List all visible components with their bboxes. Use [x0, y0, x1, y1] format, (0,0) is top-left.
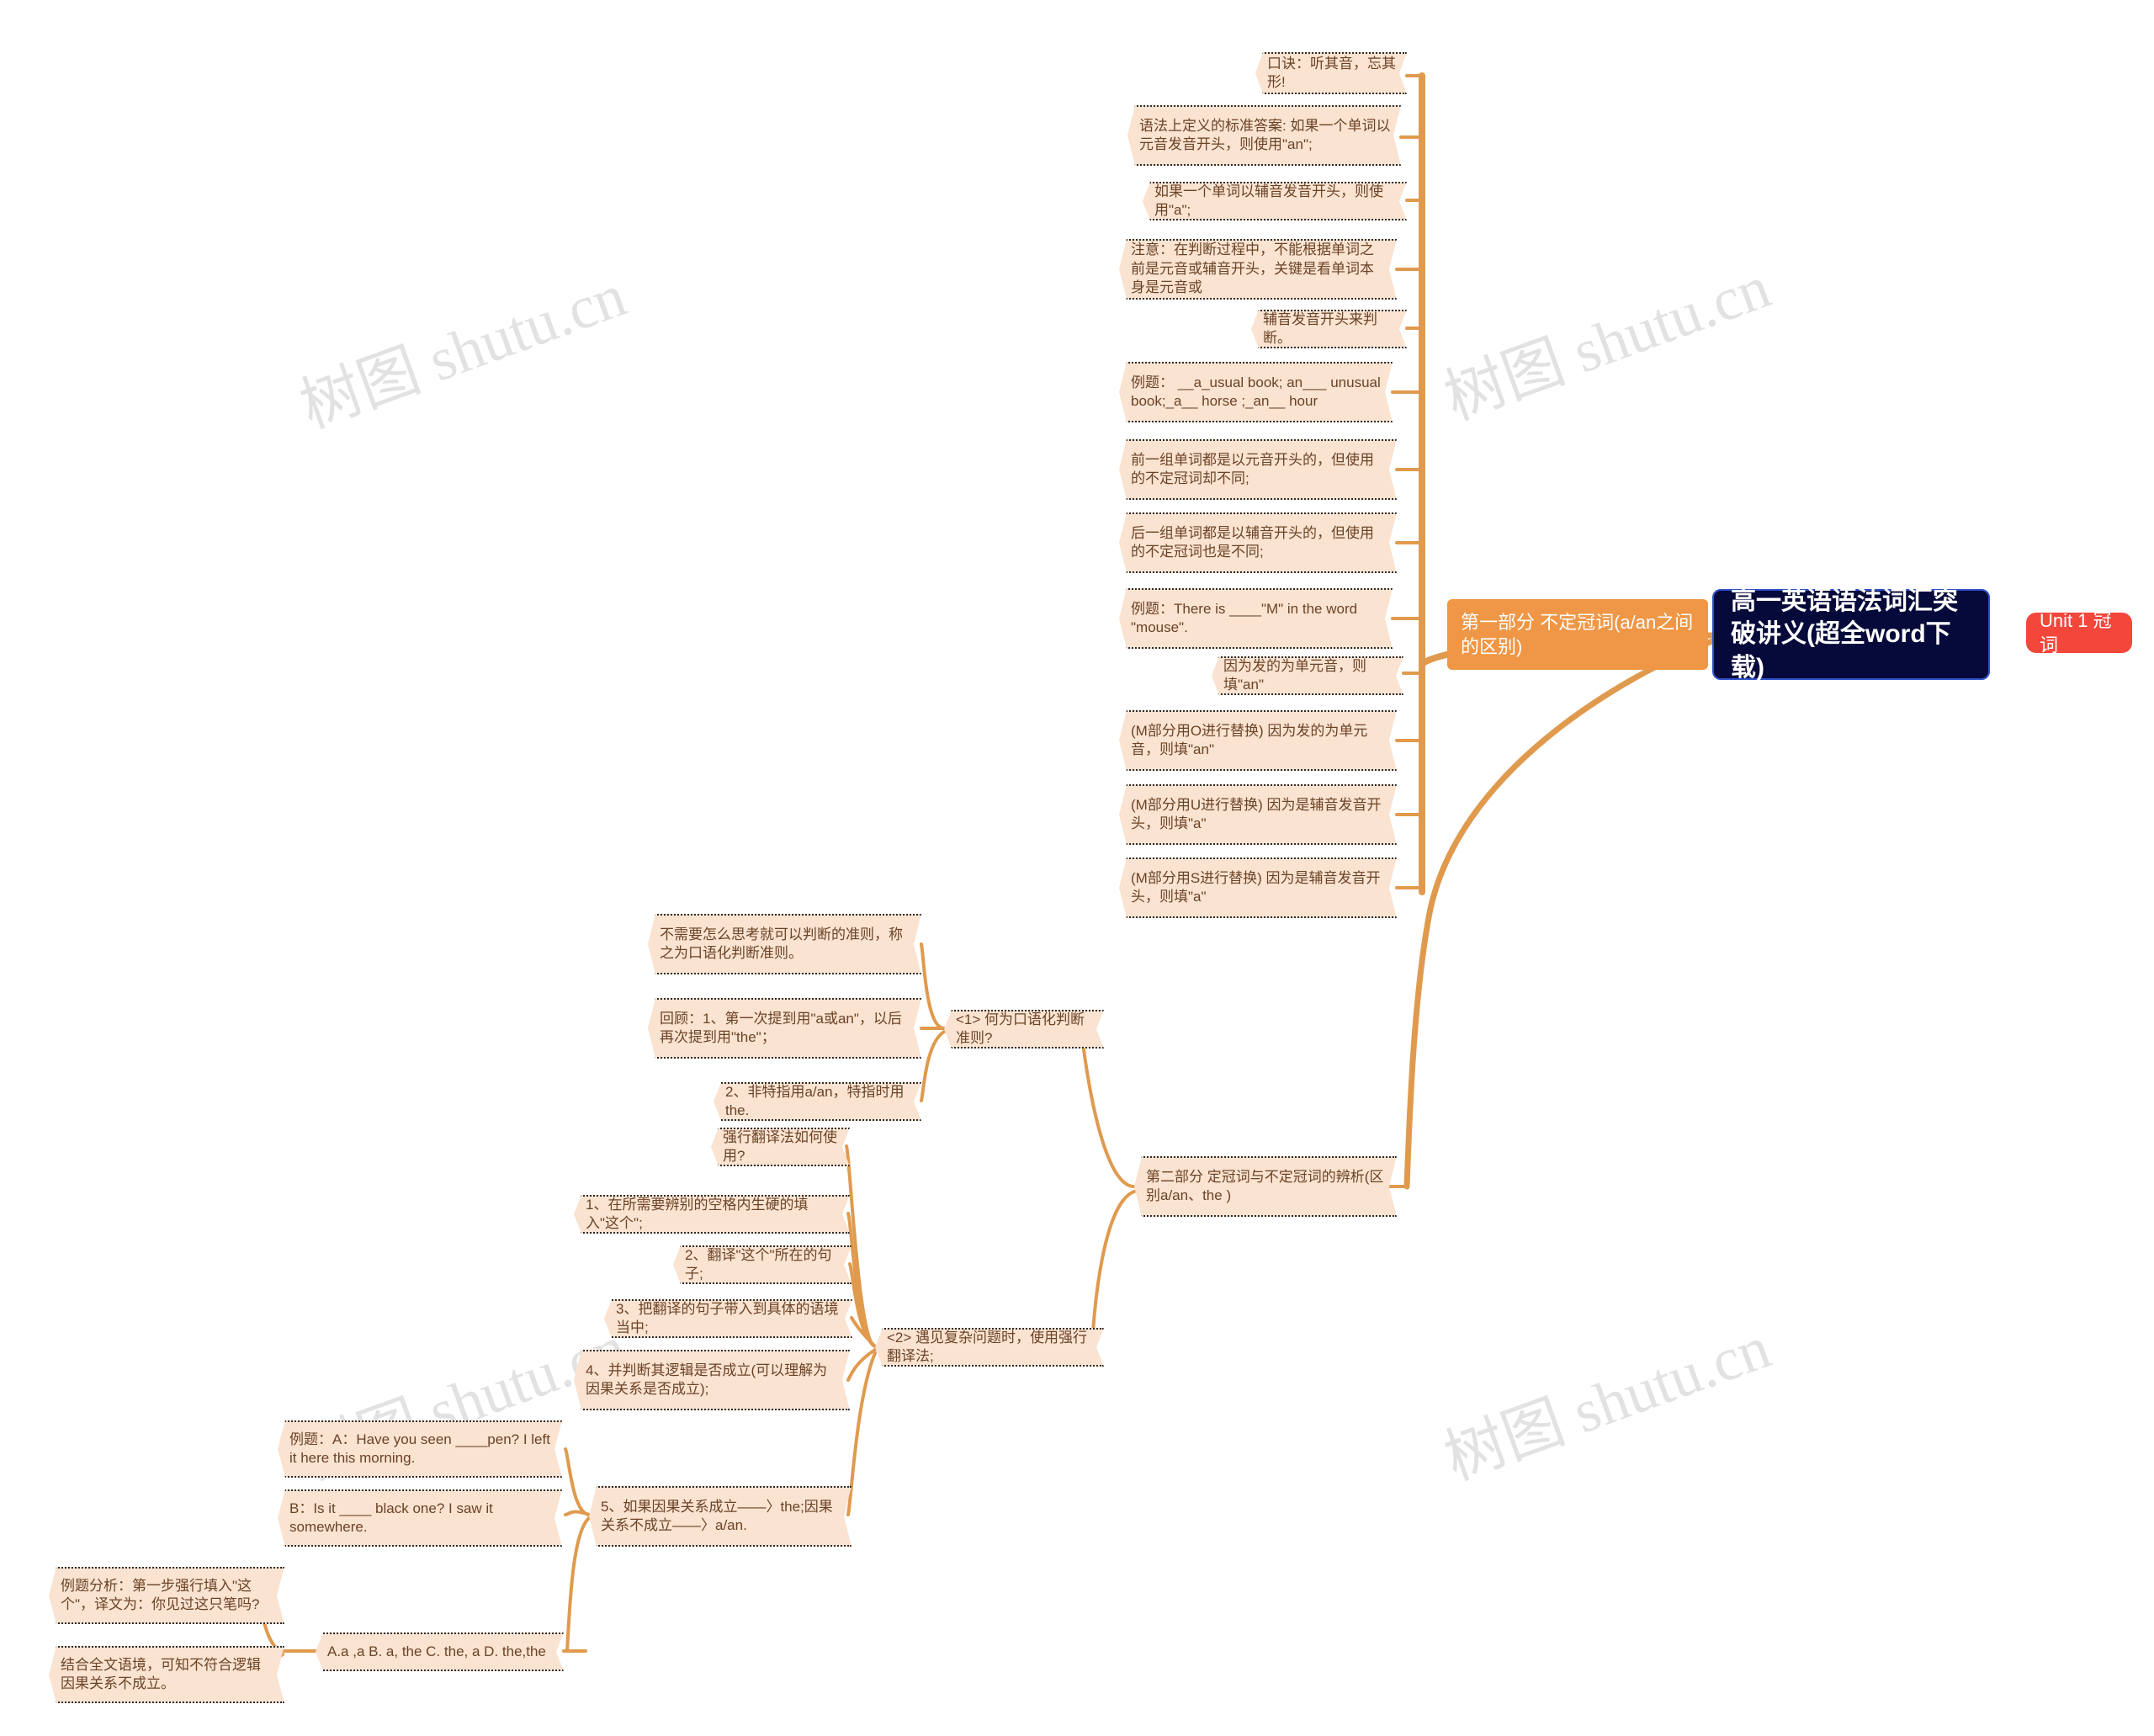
- topic-node[interactable]: B：Is it ____ black one? I saw it somewhe…: [278, 1489, 562, 1547]
- topic-node[interactable]: 例题： __a_usual book; an___ unusual book;_…: [1119, 362, 1393, 422]
- topic-node[interactable]: 3、把翻译的句子带入到具体的语境当中;: [604, 1299, 852, 1338]
- topic-node[interactable]: 1、在所需要辨别的空格内生硬的填入"这个";: [574, 1195, 850, 1234]
- topic-node[interactable]: 后一组单词都是以辅音开头的，但使用的不定冠词也是不同;: [1119, 512, 1397, 573]
- root-node[interactable]: 高一英语语法词汇突破讲义(超全word下载): [1712, 587, 1990, 682]
- topic-node[interactable]: 强行翻译法如何使用?: [711, 1128, 850, 1166]
- topic-node[interactable]: 例题分析：第一步强行填入"这个"，译文为：你见过这只笔吗?: [49, 1567, 284, 1624]
- topic-node[interactable]: 5、如果因果关系成立——〉the;因果关系不成立——〉a/an.: [589, 1486, 852, 1547]
- topic-node[interactable]: 结合全文语境，可知不符合逻辑因果关系不成立。: [49, 1646, 284, 1703]
- watermark-text: 树图 shutu.cn: [291, 261, 634, 441]
- unit-badge[interactable]: Unit 1 冠词: [2026, 610, 2132, 656]
- topic-node[interactable]: 如果一个单词以辅音发音开头，则使用"a";: [1143, 182, 1407, 220]
- topic-node-q2[interactable]: <2> 遇见复杂问题时，使用强行翻译法;: [875, 1328, 1104, 1367]
- topic-node[interactable]: 2、非特指用a/an，特指时用the.: [714, 1082, 921, 1121]
- branch-part2[interactable]: 第二部分 定冠词与不定冠词的辨析(区别a/an、the ): [1134, 1156, 1397, 1217]
- topic-node[interactable]: (M部分用U进行替换) 因为是辅音发音开头，则填"a": [1119, 784, 1397, 845]
- branch-part1[interactable]: 第一部分 不定冠词(a/an之间的区别): [1447, 599, 1708, 670]
- topic-node[interactable]: 辅音发音开头来判断。: [1251, 310, 1407, 348]
- topic-node[interactable]: 语法上定义的标准答案: 如果一个单词以元音发音开头，则使用"an";: [1127, 105, 1401, 166]
- topic-node[interactable]: A.a ,a B. a, the C. the, a D. the,the: [316, 1632, 564, 1671]
- topic-node[interactable]: 回顾：1、第一次提到用"a或an"，以后再次提到用"the"；: [648, 998, 921, 1059]
- topic-node[interactable]: 4、并判断其逻辑是否成立(可以理解为因果关系是否成立);: [574, 1350, 850, 1410]
- topic-node[interactable]: 口诀：听其音，忘其形!: [1255, 52, 1407, 94]
- mindmap-canvas: 树图 shutu.cn 树图 shutu.cn 树图 shutu.cn 树图 s…: [0, 0, 2154, 1736]
- watermark-text: 树图 shutu.cn: [1435, 1313, 1779, 1493]
- topic-node[interactable]: 注意：在判断过程中，不能根据单词之前是元音或辅音开头，关键是看单词本身是元音或: [1119, 239, 1397, 300]
- topic-node[interactable]: (M部分用S进行替换) 因为是辅音发音开头，则填"a": [1119, 857, 1397, 918]
- watermark-text: 树图 shutu.cn: [1435, 252, 1779, 433]
- topic-node[interactable]: 2、翻译"这个"所在的句子;: [673, 1245, 852, 1284]
- topic-node-q1[interactable]: <1> 何为口语化判断准则?: [944, 1010, 1104, 1049]
- topic-node[interactable]: 因为发的为单元音，则填"an": [1212, 656, 1403, 695]
- topic-node[interactable]: 例题：A：Have you seen ____pen? I left it he…: [278, 1420, 562, 1478]
- topic-node[interactable]: 例题：There is ____"M" in the word "mouse".: [1119, 588, 1393, 649]
- topic-node[interactable]: (M部分用O进行替换) 因为发的为单元音，则填"an": [1119, 710, 1397, 771]
- topic-node[interactable]: 不需要怎么思考就可以判断的准则，称之为口语化判断准则。: [648, 914, 921, 974]
- topic-node[interactable]: 前一组单词都是以元音开头的，但使用的不定冠词却不同;: [1119, 439, 1397, 500]
